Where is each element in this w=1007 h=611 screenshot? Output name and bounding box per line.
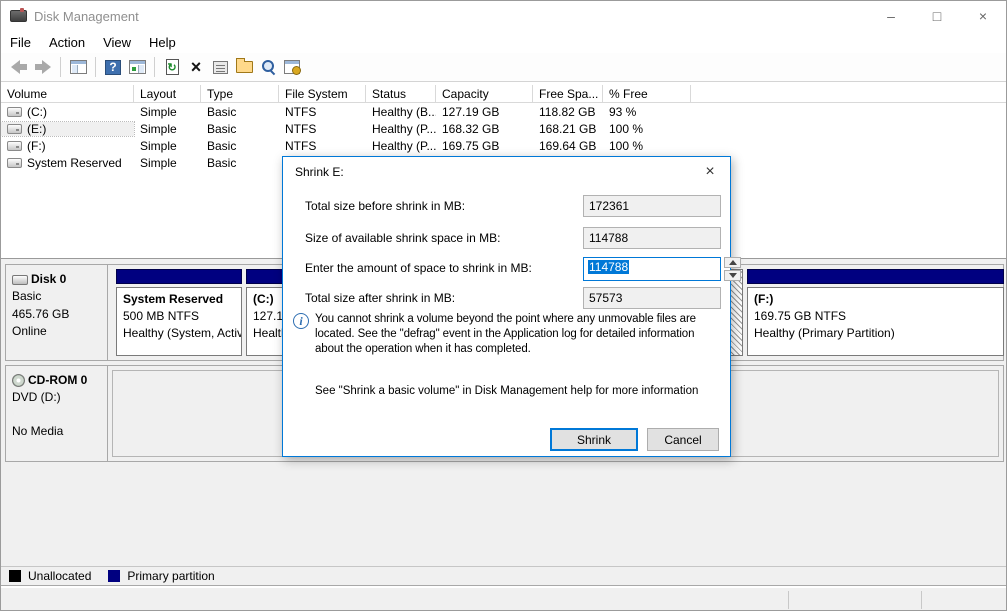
menu-file[interactable]: File <box>1 33 40 52</box>
statusbar-separator <box>921 591 922 609</box>
disk0-size: 465.76 GB <box>12 306 70 321</box>
shrink-amount-input[interactable]: 114788 <box>583 257 721 281</box>
available-shrink-space-field: 114788 <box>583 227 721 249</box>
status-bar <box>1 588 1006 610</box>
unallocated-legend-label: Unallocated <box>28 569 92 583</box>
refresh-icon[interactable]: ↻ <box>160 55 184 79</box>
find-icon[interactable] <box>256 55 280 79</box>
shrink-dialog-titlebar: Shrink E: × <box>283 157 730 187</box>
available-shrink-space-label: Size of available shrink space in MB: <box>305 231 501 245</box>
disk-icon <box>12 274 28 285</box>
column-type[interactable]: Type <box>201 85 279 102</box>
unallocated-legend-swatch <box>9 570 21 582</box>
menu-view[interactable]: View <box>94 33 140 52</box>
title-bar: Disk Management – □ × <box>1 1 1006 31</box>
column-status[interactable]: Status <box>366 85 436 102</box>
drive-icon <box>7 140 22 151</box>
cdrom0-label-panel[interactable]: CD-ROM 0 DVD (D:) No Media <box>6 366 108 461</box>
maximize-button[interactable]: □ <box>914 1 960 31</box>
app-icon <box>10 8 27 22</box>
total-size-before-field: 172361 <box>583 195 721 217</box>
column-spacer <box>691 85 1006 102</box>
menu-help[interactable]: Help <box>140 33 185 52</box>
shrink-dialog-title: Shrink E: <box>295 165 344 179</box>
close-button[interactable]: × <box>960 1 1006 31</box>
open-folder-icon[interactable] <box>232 55 256 79</box>
show-console-tree-icon[interactable] <box>66 55 90 79</box>
drive-icon <box>7 106 22 117</box>
shrink-help-text: See "Shrink a basic volume" in Disk Mana… <box>315 385 699 397</box>
column-volume[interactable]: Volume <box>1 85 134 102</box>
properties-icon[interactable] <box>208 55 232 79</box>
column-capacity[interactable]: Capacity <box>436 85 533 102</box>
toolbar: ? ↻ × <box>1 53 1006 82</box>
info-icon: i <box>293 313 309 329</box>
show-action-pane-icon[interactable] <box>125 55 149 79</box>
toolbar-separator <box>60 57 61 77</box>
total-size-after-label: Total size after shrink in MB: <box>305 291 456 305</box>
primary-partition-bar <box>116 269 242 284</box>
column-file-system[interactable]: File System <box>279 85 366 102</box>
menu-bar: File Action View Help <box>1 31 1006 53</box>
column-layout[interactable]: Layout <box>134 85 201 102</box>
legend-bar: Unallocated Primary partition <box>1 566 1006 586</box>
window-title: Disk Management <box>34 8 139 24</box>
volume-row-c[interactable]: (C:) Simple Basic NTFS Healthy (B... 127… <box>1 103 1006 120</box>
spin-down-icon[interactable] <box>724 270 741 281</box>
disk0-label-panel[interactable]: Disk 0 Basic 465.76 GB Online <box>6 265 108 360</box>
forward-icon[interactable] <box>31 55 55 79</box>
primary-partition-bar <box>747 269 1004 284</box>
partition-system-reserved[interactable]: System Reserved 500 MB NTFS Healthy (Sys… <box>116 269 242 356</box>
minimize-button[interactable]: – <box>868 1 914 31</box>
volume-table-header: Volume Layout Type File System Status Ca… <box>1 85 1006 103</box>
total-size-after-field: 57573 <box>583 287 721 309</box>
cdrom0-media-status: No Media <box>12 423 64 438</box>
drive-icon <box>7 123 22 134</box>
help-icon[interactable]: ? <box>101 55 125 79</box>
cancel-button[interactable]: Cancel <box>647 428 719 451</box>
back-icon[interactable] <box>7 55 31 79</box>
delete-icon[interactable]: × <box>184 55 208 79</box>
shrink-amount-label: Enter the amount of space to shrink in M… <box>305 261 532 275</box>
cd-icon <box>12 374 25 388</box>
menu-action[interactable]: Action <box>40 33 94 52</box>
volume-row-f[interactable]: (F:) Simple Basic NTFS Healthy (P... 169… <box>1 137 1006 154</box>
dialog-close-icon[interactable]: × <box>690 157 730 187</box>
help-settings-icon[interactable] <box>280 55 304 79</box>
shrink-warning-text: You cannot shrink a volume beyond the po… <box>315 313 696 356</box>
volume-row-e[interactable]: (E:) Simple Basic NTFS Healthy (P... 168… <box>1 120 1006 137</box>
column-pct-free[interactable]: % Free <box>603 85 691 102</box>
shrink-button[interactable]: Shrink <box>550 428 638 451</box>
column-free-space[interactable]: Free Spa... <box>533 85 603 102</box>
toolbar-separator <box>95 57 96 77</box>
disk0-type: Basic <box>12 289 42 304</box>
statusbar-separator <box>788 591 789 609</box>
total-size-before-label: Total size before shrink in MB: <box>305 199 466 213</box>
primary-partition-legend-swatch <box>108 570 121 582</box>
partition-f[interactable]: (F:) 169.75 GB NTFS Healthy (Primary Par… <box>747 269 1004 356</box>
toolbar-separator <box>154 57 155 77</box>
cdrom0-drive-letter: DVD (D:) <box>12 390 61 405</box>
primary-partition-legend-label: Primary partition <box>127 569 215 583</box>
disk0-status: Online <box>12 324 47 339</box>
drive-icon <box>7 157 22 168</box>
disk-management-window: Disk Management – □ × File Action View H… <box>0 0 1007 611</box>
shrink-dialog: Shrink E: × Total size before shrink in … <box>282 156 741 457</box>
spin-up-icon[interactable] <box>724 257 741 268</box>
